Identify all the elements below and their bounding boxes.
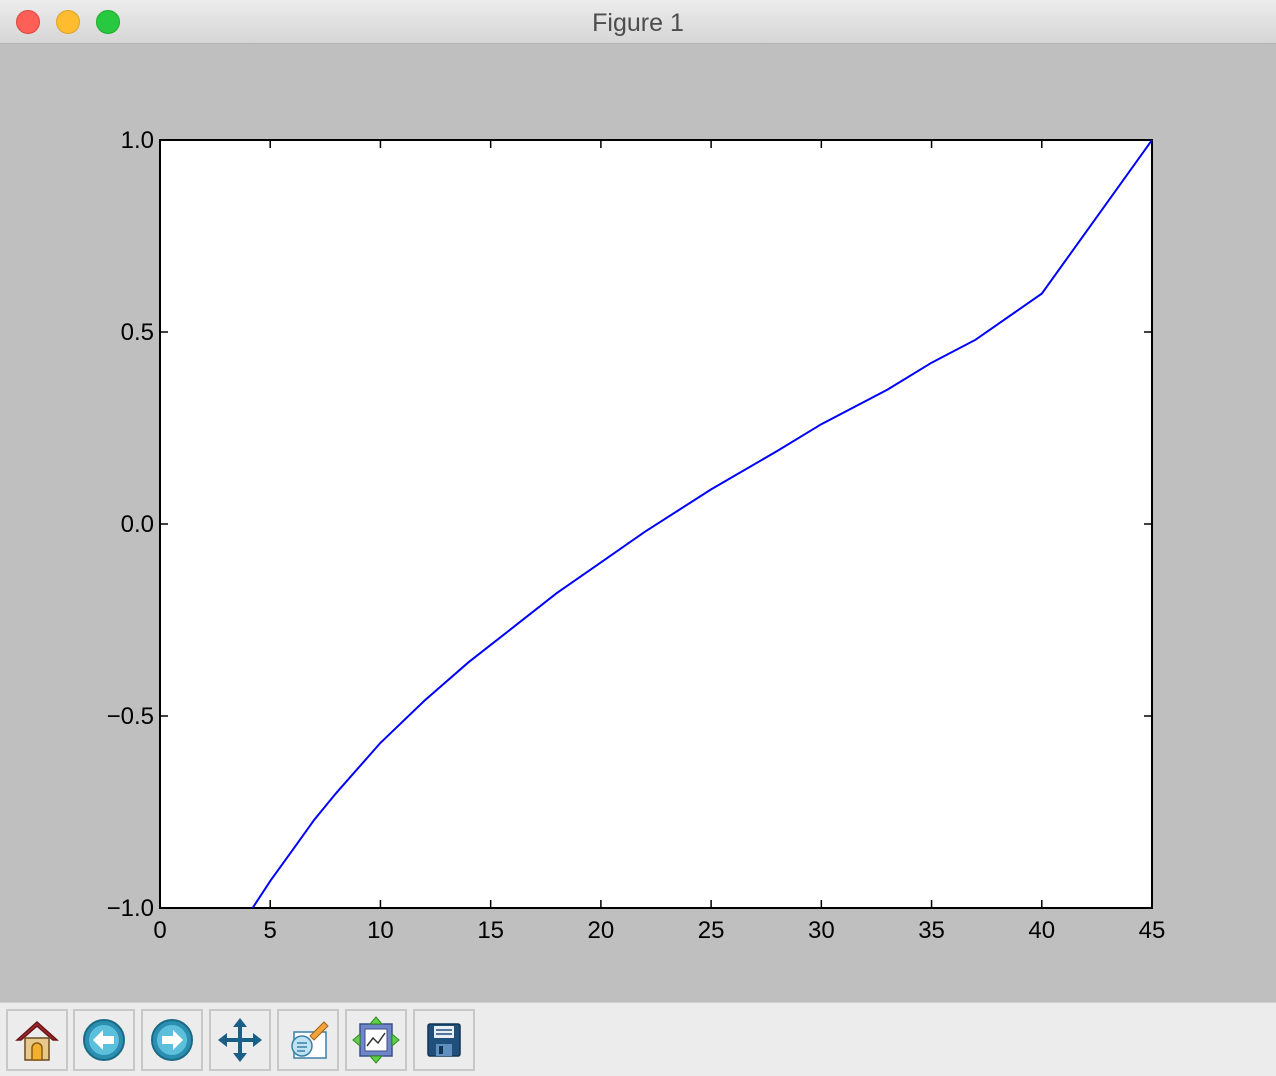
- x-tick-label: 45: [1139, 917, 1166, 944]
- move-arrows-icon: [218, 1018, 262, 1062]
- zoom-button[interactable]: [277, 1009, 339, 1071]
- navigation-toolbar: [0, 1002, 1276, 1076]
- x-tick-label: 5: [264, 917, 277, 944]
- x-tick-label: 20: [588, 917, 615, 944]
- x-tick-label: 25: [698, 917, 725, 944]
- x-tick-label: 15: [477, 917, 504, 944]
- figure-canvas[interactable]: 0 5 10 15 20 25 30 35 40 45 −1.0 −0.5 0.0 0.5 1.0: [0, 44, 1276, 1002]
- x-tick-label: 30: [808, 917, 835, 944]
- y-tick-label: 0.0: [121, 511, 154, 538]
- subplots-icon: [352, 1016, 400, 1064]
- pan-button[interactable]: [209, 1009, 271, 1071]
- y-tick-label: −1.0: [107, 895, 154, 922]
- y-tick-label: −0.5: [107, 703, 154, 730]
- save-button[interactable]: [413, 1009, 475, 1071]
- line-chart: 0 5 10 15 20 25 30 35 40 45 −1.0 −0.5 0.0 0.5 1.0: [107, 127, 1166, 944]
- x-tick-label: 35: [918, 917, 945, 944]
- forward-arrow-icon: [151, 1019, 193, 1061]
- back-arrow-icon: [83, 1019, 125, 1061]
- x-tick-label: 0: [153, 917, 166, 944]
- x-tick-label: 40: [1028, 917, 1055, 944]
- zoom-rect-icon: [291, 1021, 329, 1059]
- y-tick-label: 0.5: [121, 319, 154, 346]
- subplots-button[interactable]: [345, 1009, 407, 1071]
- window-title: Figure 1: [592, 9, 684, 37]
- home-icon: [15, 1020, 59, 1061]
- floppy-disk-icon: [427, 1023, 461, 1057]
- y-tick-label: 1.0: [121, 127, 154, 154]
- x-tick-label: 10: [367, 917, 394, 944]
- title-bar: Figure 1: [0, 0, 1276, 44]
- forward-button[interactable]: [141, 1009, 203, 1071]
- home-button[interactable]: [6, 1009, 68, 1071]
- back-button[interactable]: [73, 1009, 135, 1071]
